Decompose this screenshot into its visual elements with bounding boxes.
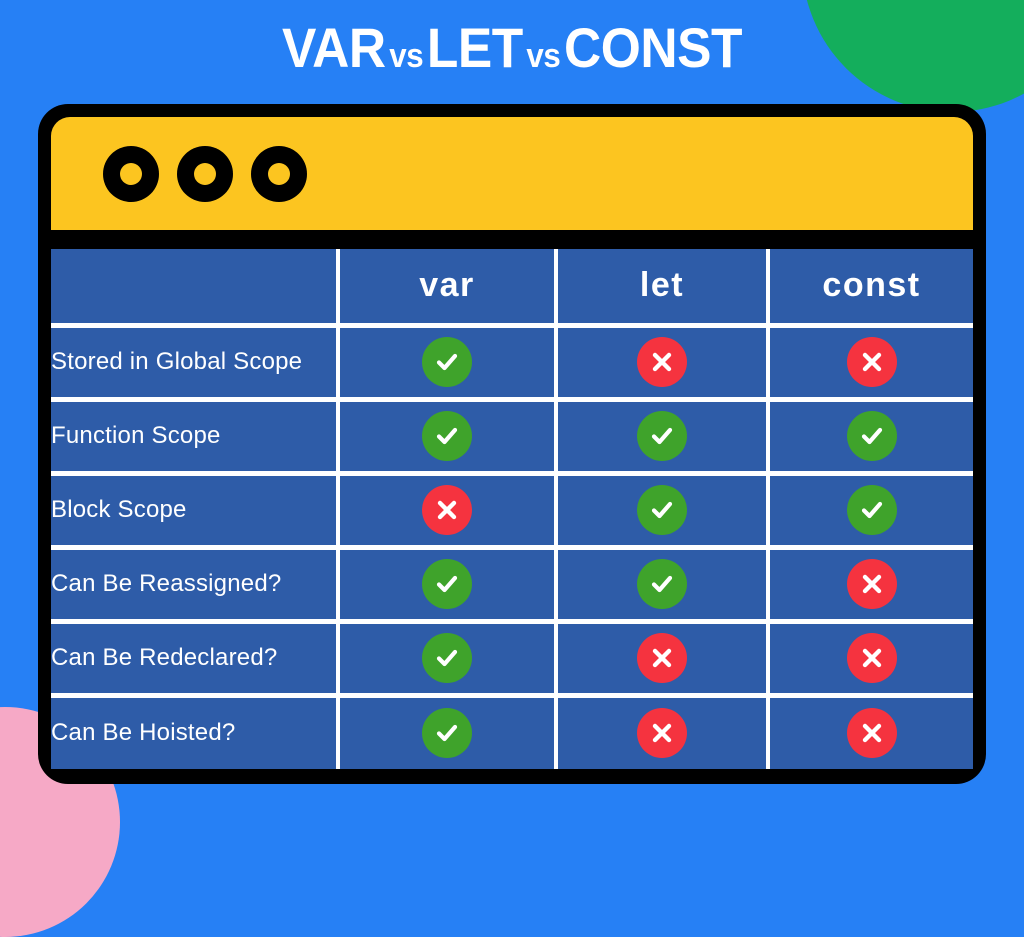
column-header-var: var	[338, 249, 558, 328]
check-icon	[846, 485, 897, 535]
title-separator-2: vs	[526, 37, 561, 75]
cell-let	[556, 325, 770, 402]
cell-var	[338, 473, 558, 550]
row-label: Can Be Reassigned?	[51, 547, 340, 624]
title-word-var: VAR	[282, 16, 386, 79]
check-icon	[422, 633, 472, 683]
table-row: Block Scope	[51, 473, 973, 550]
window-dot-three-icon[interactable]	[251, 145, 307, 202]
cross-icon	[637, 337, 687, 387]
cell-let	[556, 399, 770, 476]
check-icon	[422, 708, 472, 759]
title-word-let: LET	[426, 16, 523, 79]
table-body: Stored in Global Scope Function Scope Bloc…	[51, 325, 973, 769]
check-icon	[422, 411, 472, 461]
table-row: Can Be Redeclared?	[51, 621, 973, 698]
column-header-let: let	[556, 249, 770, 328]
cell-var	[338, 547, 558, 624]
cross-icon	[846, 337, 897, 387]
cell-const	[768, 621, 973, 698]
table-row: Stored in Global Scope	[51, 325, 973, 402]
cell-let	[556, 695, 770, 769]
browser-window-card: var let const Stored in Global Scope Func…	[38, 104, 986, 784]
title-word-const: CONST	[563, 16, 742, 79]
cell-var	[338, 399, 558, 476]
cross-icon	[846, 559, 897, 609]
table-header-row: var let const	[51, 249, 973, 328]
window-dot-one-icon[interactable]	[103, 145, 159, 202]
cell-var	[338, 325, 558, 402]
row-label: Stored in Global Scope	[51, 325, 340, 402]
cross-icon	[637, 708, 687, 759]
table-row: Can Be Hoisted?	[51, 695, 973, 769]
page-title-container: VAR vsLET vsCONST	[0, 0, 1024, 96]
window-dot-two-icon[interactable]	[177, 145, 233, 202]
table-row: Function Scope	[51, 399, 973, 476]
check-icon	[637, 559, 687, 609]
row-label: Block Scope	[51, 473, 340, 550]
cell-var	[338, 695, 558, 769]
comparison-table-container: var let const Stored in Global Scope Func…	[51, 249, 973, 769]
cell-const	[768, 399, 973, 476]
check-icon	[422, 337, 472, 387]
cell-var	[338, 621, 558, 698]
column-header-feature	[51, 249, 340, 328]
check-icon	[846, 411, 897, 461]
row-label: Can Be Redeclared?	[51, 621, 340, 698]
row-label: Function Scope	[51, 399, 340, 476]
column-header-const: const	[768, 249, 973, 328]
cross-icon	[422, 485, 472, 535]
page-title: VAR vsLET vsCONST	[282, 20, 742, 76]
cross-icon	[846, 708, 897, 759]
table-row: Can Be Reassigned?	[51, 547, 973, 624]
cell-let	[556, 473, 770, 550]
cross-icon	[637, 633, 687, 683]
title-separator-1: vs	[389, 37, 424, 75]
cell-const	[768, 695, 973, 769]
row-label: Can Be Hoisted?	[51, 695, 340, 769]
comparison-table: var let const Stored in Global Scope Func…	[51, 249, 973, 769]
cell-const	[768, 547, 973, 624]
cell-let	[556, 547, 770, 624]
check-icon	[637, 411, 687, 461]
cross-icon	[846, 633, 897, 683]
cell-const	[768, 473, 973, 550]
check-icon	[637, 485, 687, 535]
check-icon	[422, 559, 472, 609]
cell-let	[556, 621, 770, 698]
cell-const	[768, 325, 973, 402]
browser-titlebar	[51, 117, 973, 230]
